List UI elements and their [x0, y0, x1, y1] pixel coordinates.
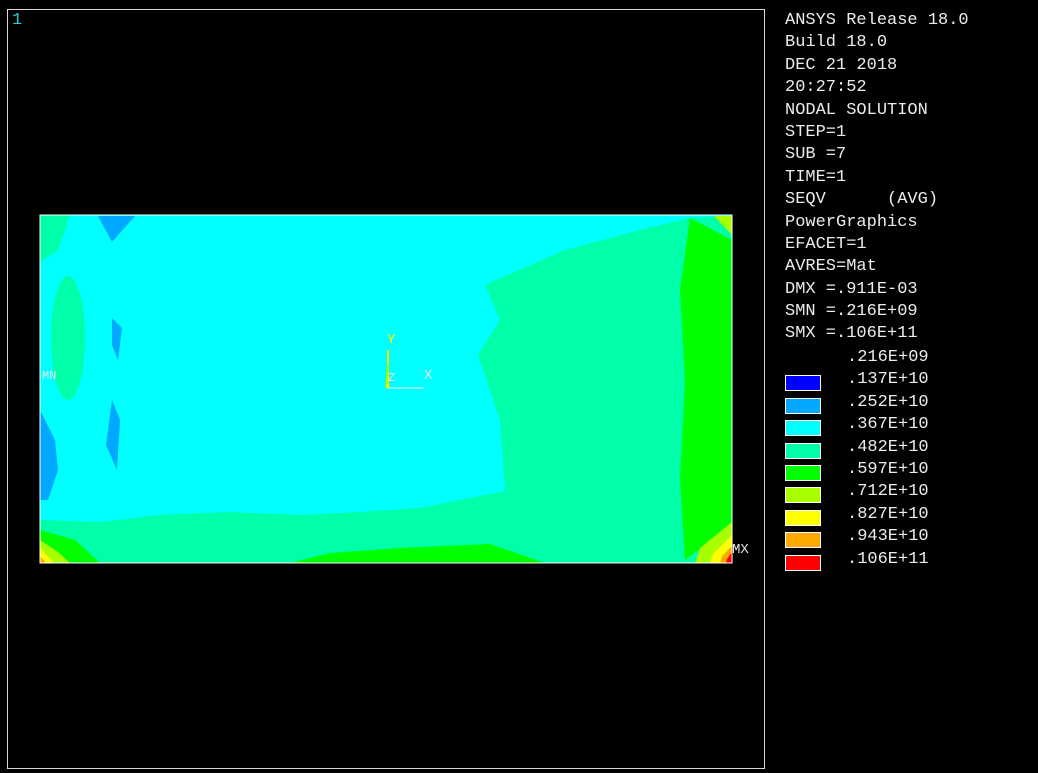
legend-swatch — [785, 397, 821, 414]
info-line: TIME=1 — [785, 167, 847, 187]
info-panel: ANSYS Release 18.0 Build 18.0 DEC 21 2018 2… — [785, 10, 969, 346]
legend-swatch — [785, 420, 821, 437]
info-line: SEQV (AVG) — [785, 190, 939, 210]
plate-contour — [39, 214, 733, 564]
legend-value: .137E+10 — [847, 370, 929, 390]
triad-y-label: Y — [387, 332, 396, 348]
legend-value: .943E+10 — [847, 527, 929, 547]
legend-swatch — [785, 554, 821, 571]
info-line: NODAL SOLUTION — [785, 100, 928, 120]
info-line: 20:27:52 — [785, 78, 867, 98]
info-line: SUB =7 — [785, 145, 847, 165]
contour-band-597-right — [680, 218, 732, 560]
info-line: ANSYS Release 18.0 — [785, 11, 969, 30]
info-line: STEP=1 — [785, 122, 847, 142]
info-line: EFACET=1 — [785, 234, 867, 254]
legend-value: .597E+10 — [847, 459, 929, 479]
info-line: Build 18.0 — [785, 33, 888, 53]
legend-value: .712E+10 — [847, 482, 929, 502]
legend-value: .482E+10 — [847, 437, 929, 457]
legend-min-value: .216E+09 — [847, 348, 929, 367]
legend-swatch — [785, 375, 821, 392]
legend-swatch — [785, 464, 821, 481]
legend-swatch — [785, 487, 821, 504]
legend-swatch — [785, 509, 821, 526]
info-line: DEC 21 2018 — [785, 55, 898, 75]
max-marker: MX — [732, 542, 749, 558]
info-line: SMX =.106E+11 — [785, 324, 918, 344]
triad-x-label: X — [424, 368, 433, 384]
info-line: PowerGraphics — [785, 212, 918, 232]
legend-value: .106E+11 — [847, 549, 929, 569]
legend-swatch — [785, 442, 821, 459]
triad-z-label: Z — [388, 371, 396, 385]
legend-value: .252E+10 — [847, 392, 929, 412]
info-line: SMN =.216E+09 — [785, 302, 918, 322]
info-line: AVRES=Mat — [785, 257, 877, 277]
info-line: DMX =.911E-03 — [785, 279, 918, 299]
min-marker: MN — [42, 369, 57, 383]
legend-swatch — [785, 532, 821, 549]
legend-value: .367E+10 — [847, 415, 929, 435]
legend-value: .827E+10 — [847, 504, 929, 524]
